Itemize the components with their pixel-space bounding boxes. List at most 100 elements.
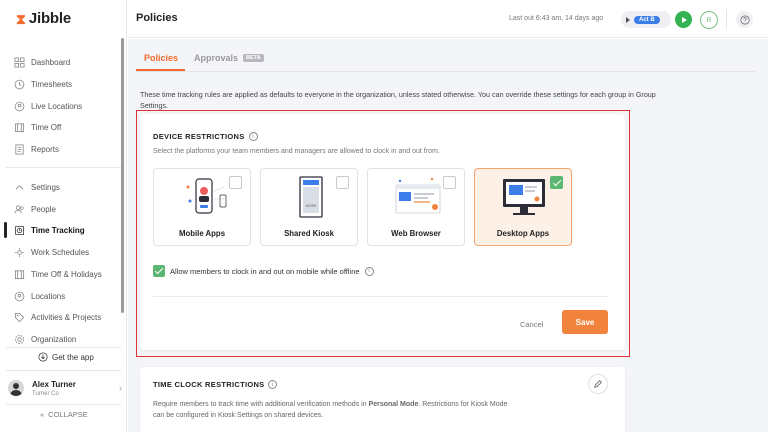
sidebar-item-label: Live Locations — [31, 101, 83, 111]
device-restrictions-title: DEVICE RESTRICTIONS — [153, 132, 245, 141]
user-name: Alex Turner — [32, 379, 76, 389]
kiosk-illustration: KIOSK — [299, 176, 323, 218]
tab-label: Approvals — [194, 53, 239, 63]
sidebar: ⧗ Jibble Dashboard Timesheets Live Locat… — [0, 0, 127, 432]
sidebar-item-time-tracking[interactable]: Time Tracking — [14, 221, 85, 239]
collapse-button[interactable]: « COLLAPSE — [40, 410, 88, 419]
sidebar-item-locations[interactable]: Locations — [14, 287, 65, 305]
logo[interactable]: ⧗ Jibble — [16, 10, 71, 27]
option-web-browser[interactable]: Web Browser — [367, 168, 465, 246]
activity-badge: Act B — [634, 15, 660, 24]
option-shared-kiosk[interactable]: KIOSK Shared Kiosk — [260, 168, 358, 246]
collapse-label: COLLAPSE — [48, 410, 88, 419]
device-restrictions-card: DEVICE RESTRICTIONS i Select the platfor… — [140, 114, 625, 350]
activity-selector[interactable]: Act B — [621, 11, 671, 28]
shared-kiosk-checkbox[interactable] — [336, 176, 349, 189]
sidebar-scrollbar[interactable] — [121, 38, 124, 313]
desktop-app-illustration — [503, 179, 545, 215]
sidebar-item-activities-projects[interactable]: Activities & Projects — [14, 308, 101, 326]
sidebar-item-label: Time Off — [31, 122, 62, 132]
play-small-icon — [626, 16, 630, 23]
get-the-app-label: Get the app — [52, 352, 94, 362]
sidebar-item-label: Timesheets — [31, 79, 73, 89]
gear-icon — [14, 334, 25, 344]
option-label: Web Browser — [391, 229, 441, 238]
intro-text: These time tracking rules are applied as… — [140, 90, 656, 110]
location-icon — [14, 101, 25, 111]
user-avatar-button[interactable]: R — [700, 11, 718, 29]
report-icon — [15, 144, 24, 154]
get-the-app-link[interactable]: Get the app — [38, 352, 94, 362]
edit-button[interactable] — [588, 374, 608, 394]
sidebar-item-label: Organization — [31, 334, 77, 344]
header-divider — [726, 9, 727, 29]
top-header: Policies Last out 6:43 am, 14 days ago A… — [128, 0, 768, 38]
option-mobile-apps[interactable]: Mobile Apps — [153, 168, 251, 246]
card-title: TIME CLOCK RESTRICTIONS i — [153, 380, 278, 389]
info-icon[interactable]: i — [268, 380, 278, 389]
sidebar-item-organization[interactable]: Organization — [14, 330, 76, 348]
double-chevron-left-icon: « — [40, 410, 45, 419]
tab-label: Policies — [144, 53, 179, 63]
card-description: Require members to track time with addit… — [153, 399, 513, 421]
option-label: Desktop Apps — [496, 229, 550, 238]
mobile-app-illustration — [186, 178, 227, 214]
personal-mode-text: Personal Mode — [368, 401, 419, 408]
sidebar-item-label: Work Schedules — [31, 247, 90, 257]
sidebar-divider — [6, 404, 121, 405]
sidebar-item-settings[interactable]: Settings — [14, 178, 60, 196]
info-icon[interactable]: i — [248, 132, 258, 141]
sidebar-item-timesheets[interactable]: Timesheets — [14, 75, 72, 93]
sidebar-item-people[interactable]: People — [14, 200, 56, 218]
sidebar-item-label: Activities & Projects — [31, 312, 102, 322]
tabs: Policies Approvals BETA — [128, 39, 768, 73]
avatar — [8, 380, 24, 396]
download-icon — [38, 352, 48, 362]
sidebar-item-time-off-holidays[interactable]: Time Off & Holidays — [14, 265, 102, 283]
page-title: Policies — [136, 12, 178, 24]
hourglass-logo-icon: ⧗ — [16, 10, 26, 27]
sidebar-divider — [6, 347, 121, 348]
sidebar-item-label: Reports — [31, 144, 60, 154]
chevron-up-icon — [15, 184, 24, 190]
sidebar-item-live-locations[interactable]: Live Locations — [14, 97, 82, 115]
sidebar-item-reports[interactable]: Reports — [14, 140, 59, 158]
question-icon — [739, 14, 750, 25]
sidebar-item-label: Dashboard — [31, 57, 71, 67]
mobile-apps-checkbox[interactable] — [229, 176, 242, 189]
sidebar-item-label: Time Tracking — [31, 225, 85, 235]
info-icon[interactable]: i — [364, 266, 374, 276]
offline-checkbox[interactable] — [153, 265, 165, 277]
pencil-icon — [594, 380, 602, 388]
main-content: Policies Approvals BETA These time track… — [128, 39, 768, 432]
user-card[interactable]: Alex Turner Turner Co › — [8, 374, 122, 402]
description-text: Require members to track time with addit… — [153, 401, 369, 408]
sidebar-item-label: Locations — [31, 291, 66, 301]
save-button[interactable]: Save — [562, 310, 608, 334]
tab-approvals[interactable]: Approvals BETA — [194, 53, 264, 63]
cancel-button[interactable]: Cancel — [520, 320, 543, 329]
offline-label: Allow members to clock in and out on mob… — [170, 266, 360, 276]
desktop-apps-checkbox[interactable] — [550, 176, 563, 189]
beta-badge: BETA — [243, 54, 264, 62]
calendar-icon — [14, 122, 25, 132]
active-indicator — [4, 222, 7, 238]
clock-in-play-button[interactable] — [675, 11, 692, 28]
sidebar-item-dashboard[interactable]: Dashboard — [14, 53, 70, 71]
card-title: DEVICE RESTRICTIONS i — [153, 132, 258, 141]
option-label: Shared Kiosk — [284, 229, 334, 238]
tag-icon — [14, 312, 25, 322]
sidebar-item-work-schedules[interactable]: Work Schedules — [14, 243, 89, 261]
chevron-right-icon: › — [119, 383, 122, 393]
sidebar-item-time-off[interactable]: Time Off — [14, 118, 61, 136]
tab-policies[interactable]: Policies — [144, 53, 178, 63]
schedule-icon — [14, 247, 25, 257]
card-divider — [153, 296, 608, 297]
sidebar-item-label: Time Off & Holidays — [31, 269, 102, 279]
web-browser-checkbox[interactable] — [443, 176, 456, 189]
sidebar-item-label: People — [31, 204, 56, 214]
time-clock-restrictions-card: TIME CLOCK RESTRICTIONS i Require member… — [140, 367, 625, 432]
option-desktop-apps[interactable]: Desktop Apps — [474, 168, 572, 246]
svg-text:KIOSK: KIOSK — [306, 204, 317, 208]
help-button[interactable] — [736, 11, 753, 28]
